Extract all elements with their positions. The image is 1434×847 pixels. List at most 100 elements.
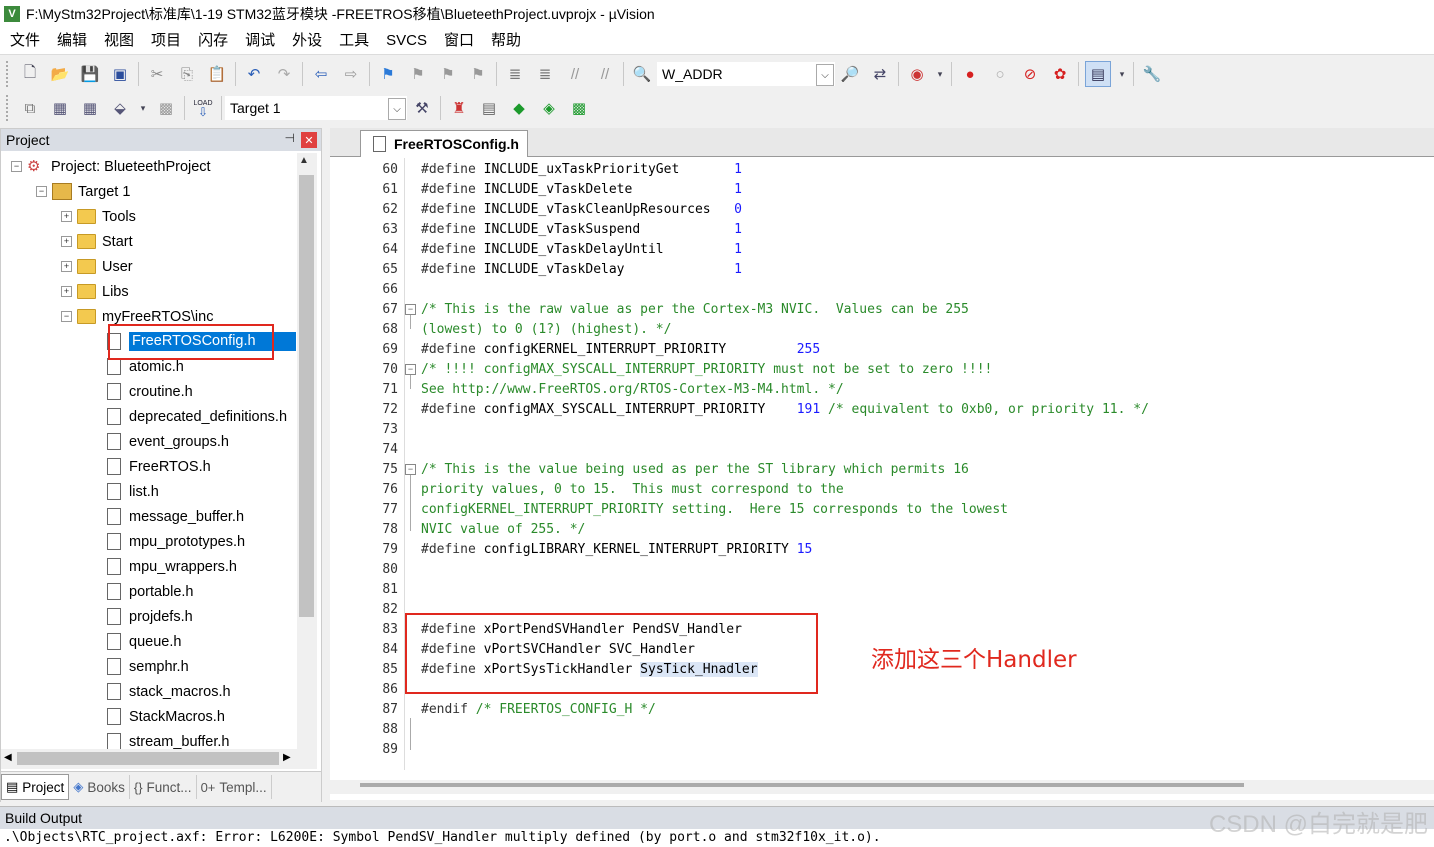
kill-all-breakpoints-icon[interactable]: ✿: [1048, 62, 1072, 86]
window-layout-dropdown-icon[interactable]: ▾: [1117, 62, 1127, 86]
clear-bookmarks-icon[interactable]: ⚑: [466, 62, 490, 86]
tree-file-item[interactable]: queue.h: [107, 629, 181, 654]
rebuild-icon[interactable]: ▦: [78, 96, 102, 120]
chevron-down-icon[interactable]: ⌵: [816, 64, 834, 86]
tree-node-group[interactable]: + Start: [61, 229, 133, 254]
window-layout-icon[interactable]: ▤: [1085, 61, 1111, 87]
build-icon[interactable]: ▦: [48, 96, 72, 120]
close-icon[interactable]: ✕: [301, 132, 317, 148]
copy-icon[interactable]: ⎘: [175, 62, 199, 86]
debug-dropdown-icon[interactable]: ▾: [935, 62, 945, 86]
scrollbar-thumb[interactable]: [17, 752, 279, 765]
menu-help[interactable]: 帮助: [482, 28, 529, 54]
tab-templates[interactable]: 0+ Templ...: [197, 775, 272, 799]
incremental-find-icon[interactable]: ⇄: [868, 62, 892, 86]
fold-collapse-icon[interactable]: −: [405, 364, 416, 375]
tree-file-item[interactable]: projdefs.h: [107, 604, 193, 629]
paste-icon[interactable]: 📋: [205, 62, 229, 86]
tree-file-item[interactable]: croutine.h: [107, 379, 193, 404]
collapse-icon[interactable]: −: [61, 311, 72, 322]
configure-icon[interactable]: 🔧: [1140, 62, 1164, 86]
indent-icon[interactable]: ≣: [503, 62, 527, 86]
next-bookmark-icon[interactable]: ⚑: [436, 62, 460, 86]
bookmark-icon[interactable]: ⚑: [376, 62, 400, 86]
redo-icon[interactable]: ↷: [272, 62, 296, 86]
target-options-icon[interactable]: ⚒: [410, 96, 434, 120]
batch-dropdown-icon[interactable]: ▾: [138, 96, 148, 120]
collapse-icon[interactable]: −: [11, 161, 22, 172]
editor-horizontal-scrollbar[interactable]: [330, 780, 1434, 794]
manage-rte-icon[interactable]: ◆: [507, 96, 531, 120]
fold-collapse-icon[interactable]: −: [405, 464, 416, 475]
menu-debug[interactable]: 调试: [236, 28, 283, 54]
tree-file-item[interactable]: portable.h: [107, 579, 194, 604]
scrollbar-thumb[interactable]: [360, 783, 1244, 787]
menu-tools[interactable]: 工具: [330, 28, 377, 54]
translate-icon[interactable]: ⧉: [18, 96, 42, 120]
stop-build-icon[interactable]: ▩: [154, 96, 178, 120]
toolbar-grip[interactable]: [6, 95, 11, 121]
menu-flash[interactable]: 闪存: [189, 28, 236, 54]
tree-node-group[interactable]: + Libs: [61, 279, 129, 304]
tree-file-item[interactable]: event_groups.h: [107, 429, 229, 454]
find-in-files-icon[interactable]: 🔍: [630, 62, 654, 86]
open-file-icon[interactable]: 📂: [48, 62, 72, 86]
target-select[interactable]: Target 1 ⌵: [225, 96, 407, 120]
navigate-forward-icon[interactable]: ⇨: [339, 62, 363, 86]
tree-file-item[interactable]: message_buffer.h: [107, 504, 244, 529]
tree-file-item[interactable]: StackMacros.h: [107, 704, 225, 729]
menu-svcs[interactable]: SVCS: [377, 28, 435, 54]
menu-project[interactable]: 项目: [142, 28, 189, 54]
undo-icon[interactable]: ↶: [242, 62, 266, 86]
new-file-icon[interactable]: 🗋: [18, 62, 42, 86]
tree-file-item[interactable]: stack_macros.h: [107, 679, 231, 704]
tree-file-item[interactable]: FreeRTOS.h: [107, 454, 211, 479]
menu-window[interactable]: 窗口: [435, 28, 482, 54]
menu-edit[interactable]: 编辑: [48, 28, 95, 54]
pack-installer-icon[interactable]: ◈: [537, 96, 561, 120]
scroll-up-icon[interactable]: ▲: [299, 155, 309, 166]
tree-file-item[interactable]: list.h: [107, 479, 159, 504]
disable-breakpoint-icon[interactable]: ○: [988, 62, 1012, 86]
expand-icon[interactable]: +: [61, 286, 72, 297]
tree-file-item[interactable]: stream_buffer.h: [107, 729, 230, 749]
tree-node-target[interactable]: − Target 1: [36, 179, 130, 204]
find-icon[interactable]: 🔎: [838, 62, 862, 86]
expand-icon[interactable]: +: [61, 261, 72, 272]
download-icon[interactable]: LOAD ⇩: [191, 96, 215, 120]
comment-icon[interactable]: //: [563, 62, 587, 86]
tree-file-item[interactable]: semphr.h: [107, 654, 189, 679]
tree-file-item[interactable]: mpu_prototypes.h: [107, 529, 245, 554]
fold-collapse-icon[interactable]: −: [405, 304, 416, 315]
cut-icon[interactable]: ✂: [145, 62, 169, 86]
tree-node-project[interactable]: − ⚙ Project: BlueteethProject: [11, 154, 211, 179]
uncomment-icon[interactable]: //: [593, 62, 617, 86]
tab-functions[interactable]: {} Funct...: [130, 775, 197, 799]
menu-peripherals[interactable]: 外设: [283, 28, 330, 54]
scroll-right-icon[interactable]: ▶: [283, 752, 291, 763]
navigate-back-icon[interactable]: ⇦: [309, 62, 333, 86]
debug-session-icon[interactable]: ◉: [905, 62, 929, 86]
save-all-icon[interactable]: ▣: [108, 62, 132, 86]
prev-bookmark-icon[interactable]: ⚑: [406, 62, 430, 86]
expand-icon[interactable]: +: [61, 211, 72, 222]
tree-file-item[interactable]: deprecated_definitions.h: [107, 404, 287, 429]
select-packs-icon[interactable]: ▤: [477, 96, 501, 120]
tab-freertosconfig[interactable]: FreeRTOSConfig.h: [360, 130, 528, 157]
manage-project-items-icon[interactable]: ♜: [447, 96, 471, 120]
breakpoint-icon[interactable]: ●: [958, 62, 982, 86]
software-packs-icon[interactable]: ▩: [567, 96, 591, 120]
scrollbar-thumb[interactable]: [299, 175, 314, 617]
chevron-down-icon[interactable]: ⌵: [388, 98, 406, 120]
pin-icon[interactable]: ⊣: [285, 131, 295, 145]
tree-node-group[interactable]: + User: [61, 254, 133, 279]
menu-view[interactable]: 视图: [95, 28, 142, 54]
scroll-left-icon[interactable]: ◀: [4, 752, 12, 763]
batch-build-icon[interactable]: ⬙: [108, 96, 132, 120]
disable-all-breakpoints-icon[interactable]: ⊘: [1018, 62, 1042, 86]
menu-file[interactable]: 文件: [0, 28, 48, 54]
unindent-icon[interactable]: ≣: [533, 62, 557, 86]
tab-books[interactable]: ◈ Books: [69, 775, 130, 799]
find-combo[interactable]: W_ADDR ⌵: [657, 62, 835, 86]
toolbar-grip[interactable]: [6, 61, 11, 87]
